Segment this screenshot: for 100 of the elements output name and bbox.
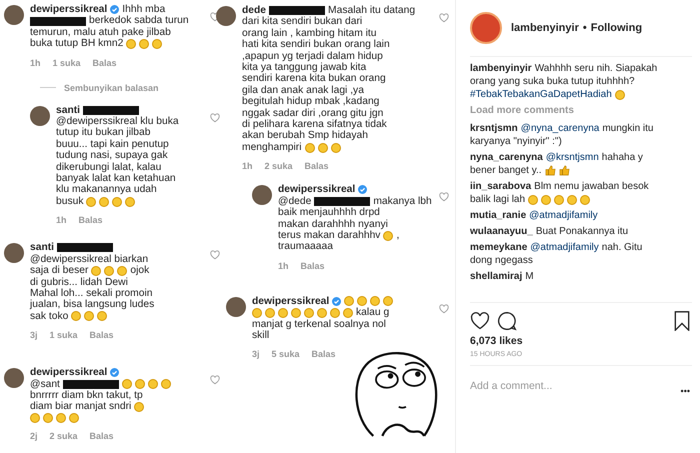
profile-avatar[interactable] [470, 12, 502, 44]
thumbs-up-icon [558, 165, 570, 176]
emoji-icon [528, 194, 538, 204]
emoji-icon [104, 266, 114, 276]
comment-text: makan darahhhh nyanyi [278, 218, 388, 230]
emoji-icon [134, 402, 144, 412]
emoji-icon [278, 308, 288, 318]
comment-text: buuu... tapi kain penutup [56, 138, 169, 150]
heart-icon[interactable] [210, 250, 220, 260]
emoji-icon [318, 142, 328, 153]
following-button[interactable]: Following [590, 22, 642, 34]
heart-icon[interactable] [210, 375, 220, 386]
verified-badge-icon [110, 368, 120, 378]
comment-text: bnrrrrr diam bkn takut, tp [30, 390, 143, 402]
comment-text: gila dan anak anak lagi ,ya [242, 84, 364, 96]
mention-link[interactable]: @atmadjifamily [529, 209, 598, 222]
emoji-icon [304, 308, 314, 318]
comment-time: 2j [30, 430, 38, 442]
redaction-bar [314, 196, 370, 206]
comment-time: 1h [242, 161, 253, 172]
avatar [4, 243, 24, 264]
like-count[interactable]: 6,073 likes [470, 335, 692, 347]
comment-text: Buat Ponakannya itu [536, 225, 628, 238]
comment-text: Mahal loh... sekali promoin [30, 288, 152, 300]
username[interactable]: iin_sarabova [470, 180, 532, 193]
emoji-icon [160, 379, 171, 390]
more-options-button[interactable]: ••• [678, 376, 692, 396]
comment-text: manjat g terkenal soalnya nol [252, 318, 386, 330]
comment-text: nah. Gitu [602, 241, 642, 254]
username[interactable]: dewiperssikreal [278, 184, 356, 196]
comment-text: di pelihara karena sifatnya tidak [242, 119, 387, 130]
mention-link[interactable]: @nyna_carenyna [520, 122, 600, 135]
verified-badge-icon [110, 5, 120, 14]
comment-text: sak toko [30, 310, 68, 322]
username[interactable]: lambenyinyir [470, 62, 532, 75]
emoji-icon [99, 196, 110, 207]
comment-time: 3j [252, 349, 260, 360]
emoji-icon [614, 90, 625, 100]
heart-icon[interactable] [439, 192, 449, 202]
comment-text: jualan, bisa langsung ludes [30, 299, 154, 311]
heart-icon[interactable] [439, 304, 449, 314]
mention-link[interactable]: @krsntjsmn [546, 151, 599, 164]
emoji-icon [43, 412, 53, 423]
username[interactable]: wulaanayuu_ [470, 225, 533, 238]
hashtag-link[interactable]: #TebakTebakanGaDapetHadiah [470, 88, 612, 101]
bookmark-icon[interactable] [672, 311, 692, 331]
emoji-icon [84, 311, 94, 322]
avatar [4, 368, 24, 388]
comment-text: di gubris... lidah Dewi [30, 276, 128, 288]
emoji-icon [148, 379, 158, 390]
like-heart-icon[interactable] [470, 311, 490, 331]
mention-link[interactable]: @atmadjifamily [530, 241, 599, 254]
username[interactable]: santi [56, 104, 80, 116]
username[interactable]: dede [242, 5, 266, 16]
username[interactable]: dewiperssikreal [252, 296, 330, 308]
emoji-icon [344, 296, 354, 306]
username[interactable]: dewiperssikreal [30, 367, 108, 379]
emoji-icon [383, 230, 394, 241]
username[interactable]: lambenyinyir [511, 22, 579, 34]
emoji-icon [370, 296, 380, 306]
comment-text: kita ya tanggung jawab kita [242, 62, 366, 74]
comment-text: @dede [278, 196, 312, 208]
username[interactable]: mutia_ranie [470, 209, 526, 222]
emoji-icon [122, 379, 132, 390]
emoji-icon [343, 308, 353, 318]
comment-text: nggak sadar diri ,orang gitu jgn [242, 108, 384, 120]
comment-text: @dewiperssikreal klu buka [56, 116, 179, 128]
username[interactable]: dewiperssikreal [30, 4, 108, 16]
comment-icon[interactable] [497, 311, 517, 331]
emoji-icon [252, 308, 262, 318]
comment-text: ojok [130, 265, 150, 276]
emoji-icon [152, 38, 162, 49]
emoji-icon [71, 311, 82, 322]
username[interactable]: memeykane [470, 241, 528, 254]
comment-text: @sant [30, 378, 60, 390]
emoji-icon [86, 196, 96, 207]
emoji-icon [304, 142, 315, 153]
redaction-bar [83, 106, 140, 115]
comment-text: ,apapun yg terjadi dalam hidup [242, 50, 383, 62]
comment-text: menghampiri [242, 142, 302, 154]
emoji-icon [383, 296, 394, 306]
emoji-icon [567, 194, 578, 204]
username[interactable]: santi [30, 242, 54, 254]
heart-icon[interactable] [210, 112, 220, 123]
comment-text: busuk [56, 196, 84, 208]
heart-icon[interactable] [439, 13, 449, 23]
comment-text: mungkin itu [602, 122, 654, 135]
emoji-icon [139, 38, 150, 49]
comment-text: dikerubungi lalat, kalau [56, 162, 162, 174]
separator-dot: • [582, 22, 587, 34]
comment-text: skill [252, 330, 270, 342]
emoji-icon [117, 266, 128, 276]
comment-text: makanya lbh [373, 196, 432, 208]
username[interactable]: nyna_carenyna [470, 151, 543, 164]
username[interactable]: krsntjsmn [470, 122, 518, 135]
comment-text: bener banget y.. [470, 164, 542, 177]
username[interactable]: shellamiraj [470, 270, 522, 283]
emoji-icon [580, 194, 590, 204]
caption-text: orang yang suka buka tutup ituhhhh? [470, 75, 635, 88]
avatar [4, 5, 24, 25]
